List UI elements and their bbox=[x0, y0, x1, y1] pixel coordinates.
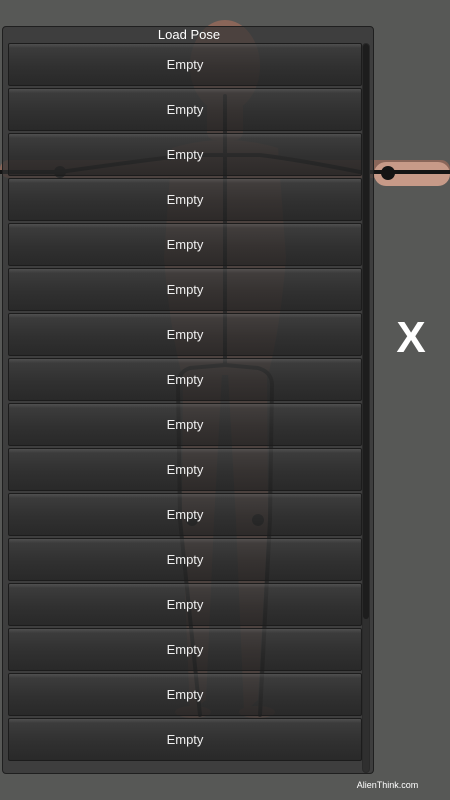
pose-slot-12[interactable]: Empty bbox=[8, 538, 362, 581]
pose-slot-5[interactable]: Empty bbox=[8, 223, 362, 266]
panel-title: Load Pose bbox=[157, 27, 221, 42]
pose-slot-14[interactable]: Empty bbox=[8, 628, 362, 671]
brand-label: AlienThink.com bbox=[356, 780, 419, 790]
pose-slot-10[interactable]: Empty bbox=[8, 448, 362, 491]
pose-slot-8[interactable]: Empty bbox=[8, 358, 362, 401]
scrollbar-thumb[interactable] bbox=[363, 44, 369, 619]
pose-slot-11[interactable]: Empty bbox=[8, 493, 362, 536]
pose-slot-13[interactable]: Empty bbox=[8, 583, 362, 626]
pose-slot-1[interactable]: Empty bbox=[8, 43, 362, 86]
pose-slot-9[interactable]: Empty bbox=[8, 403, 362, 446]
pose-slot-3[interactable]: Empty bbox=[8, 133, 362, 176]
load-pose-panel: Load Pose Empty Empty Empty Empty Empty … bbox=[2, 26, 374, 774]
close-button[interactable]: X bbox=[391, 313, 431, 363]
pose-slot-2[interactable]: Empty bbox=[8, 88, 362, 131]
scrollbar-track[interactable] bbox=[362, 43, 370, 773]
pose-slot-6[interactable]: Empty bbox=[8, 268, 362, 311]
pose-slot-list: Empty Empty Empty Empty Empty Empty Empt… bbox=[8, 43, 362, 771]
pose-slot-15[interactable]: Empty bbox=[8, 673, 362, 716]
right-forearm bbox=[374, 162, 450, 186]
pose-slot-16[interactable]: Empty bbox=[8, 718, 362, 761]
pose-slot-4[interactable]: Empty bbox=[8, 178, 362, 221]
pose-slot-7[interactable]: Empty bbox=[8, 313, 362, 356]
pose-screen: Load Pose Empty Empty Empty Empty Empty … bbox=[0, 0, 450, 800]
